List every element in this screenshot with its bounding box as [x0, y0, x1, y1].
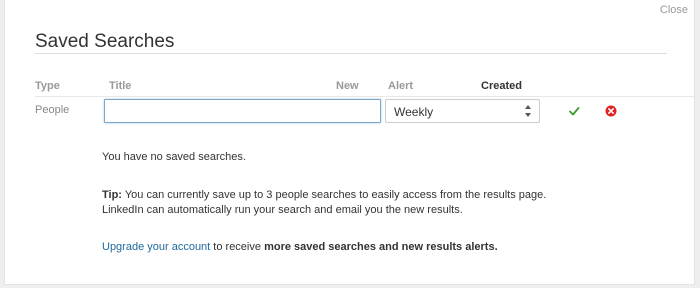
- close-circle-icon[interactable]: [605, 105, 617, 117]
- close-link[interactable]: Close: [660, 4, 688, 16]
- column-header-type: Type: [35, 80, 60, 92]
- upgrade-message: Upgrade your account to receive more sav…: [102, 241, 498, 253]
- tip-line-1: You can currently save up to 3 people se…: [124, 189, 547, 201]
- column-header-created: Created: [481, 80, 522, 92]
- tip-label: Tip:: [102, 189, 122, 201]
- column-header-alert: Alert: [388, 80, 414, 92]
- up-down-arrows-icon: [525, 105, 531, 117]
- alert-frequency-select[interactable]: Weekly: [385, 99, 540, 123]
- tip-line-2: LinkedIn can automatically run your sear…: [102, 204, 463, 216]
- column-header-new: New: [336, 80, 359, 92]
- search-title-input[interactable]: [104, 99, 381, 123]
- modal-title: Saved Searches: [35, 31, 175, 52]
- tip-text: Tip: You can currently save up to 3 peop…: [102, 188, 572, 218]
- upgrade-middle-text: to receive: [213, 241, 261, 253]
- checkmark-icon[interactable]: [568, 105, 580, 117]
- upgrade-account-link[interactable]: Upgrade your account: [102, 241, 210, 253]
- row-type-label: People: [35, 104, 70, 116]
- upgrade-benefits-text: more saved searches and new results aler…: [264, 241, 498, 253]
- empty-state-message: You have no saved searches.: [102, 151, 246, 163]
- column-header-title: Title: [109, 80, 132, 92]
- title-divider: [35, 53, 667, 54]
- header-divider: [35, 96, 696, 97]
- alert-select-value: Weekly: [394, 105, 434, 119]
- saved-searches-modal: Close Saved Searches Type Title New Aler…: [4, 0, 696, 285]
